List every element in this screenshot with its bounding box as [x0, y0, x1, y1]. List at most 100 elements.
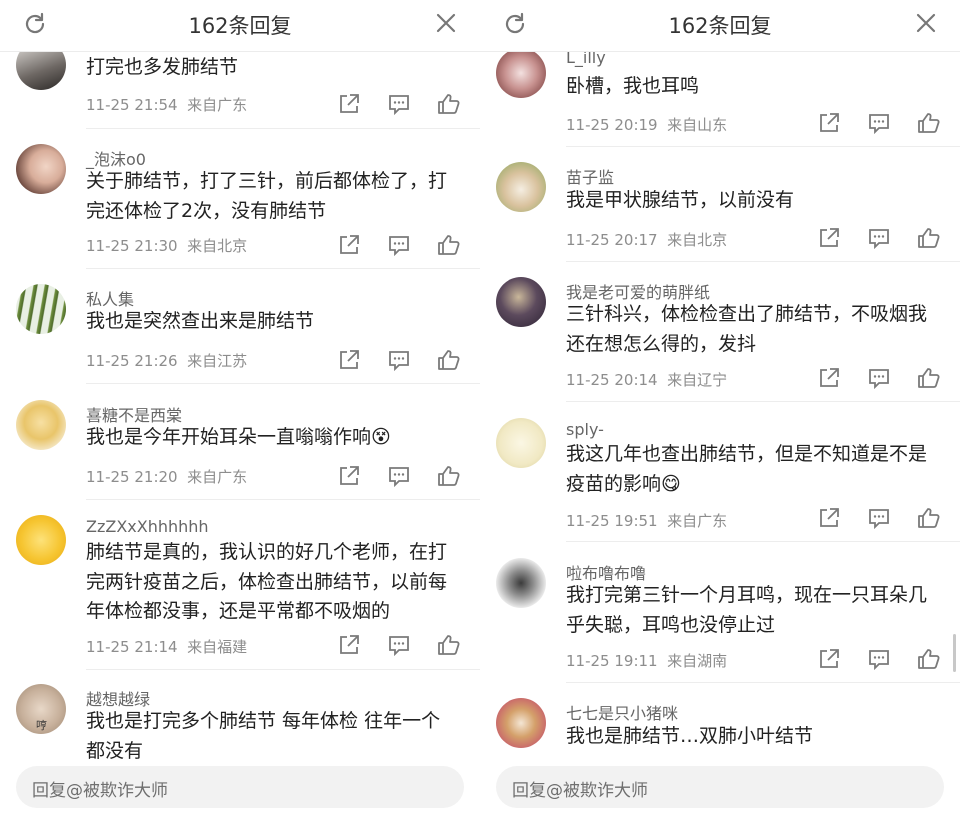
- share-icon[interactable]: [817, 647, 841, 671]
- comment-text: 我是甲状腺结节，以前没有: [566, 189, 795, 211]
- page-title: 162条回复: [188, 14, 292, 38]
- divider: [86, 499, 480, 500]
- divider: [86, 268, 480, 269]
- right-reply-panel: L_illy 卧槽，我也耳鸣 11-25 20:19 来自山东 苗子监 我是甲状…: [480, 0, 960, 816]
- comment-time: 11-25 19:51: [566, 512, 658, 530]
- avatar[interactable]: [16, 284, 66, 334]
- reply-input[interactable]: 回复@被欺诈大师: [16, 766, 464, 808]
- comment-icon[interactable]: [867, 111, 891, 135]
- comment-location: 来自广东: [667, 512, 728, 530]
- comment-meta: 11-25 21:26 来自江苏: [86, 350, 247, 371]
- comment-icon[interactable]: [867, 226, 891, 250]
- comment-icon[interactable]: [387, 92, 411, 116]
- comment-list[interactable]: 打完也多发肺结节 11-25 21:54 来自广东 _泡沫o0 关于肺结节，打了…: [0, 0, 480, 760]
- avatar[interactable]: 哼: [16, 684, 66, 734]
- comment-meta: 11-25 20:19 来自山东: [566, 114, 727, 135]
- reply-placeholder: 回复@被欺诈大师: [512, 781, 648, 801]
- comment-icon[interactable]: [867, 647, 891, 671]
- avatar[interactable]: [16, 144, 66, 194]
- share-icon[interactable]: [817, 366, 841, 390]
- comment-text: 卧槽，我也耳鸣: [566, 75, 700, 97]
- close-icon[interactable]: [434, 11, 458, 35]
- comment-time: 11-25 20:14: [566, 371, 658, 389]
- comment-author[interactable]: sply-: [566, 420, 604, 439]
- comment-location: 来自山东: [667, 116, 728, 134]
- comment-text: 我这几年也查出肺结节，但是不知道是不是疫苗的影响😋: [566, 443, 928, 495]
- avatar[interactable]: [16, 400, 66, 450]
- divider: [86, 669, 480, 670]
- avatar[interactable]: [496, 277, 546, 327]
- share-icon[interactable]: [817, 506, 841, 530]
- avatar[interactable]: [496, 418, 546, 468]
- divider: [566, 541, 960, 542]
- comment-icon[interactable]: [387, 348, 411, 372]
- avatar[interactable]: [496, 558, 546, 608]
- share-icon[interactable]: [337, 348, 361, 372]
- like-icon[interactable]: [917, 366, 941, 390]
- avatar[interactable]: [16, 515, 66, 565]
- comment-time: 11-25 20:17: [566, 231, 658, 249]
- comment-meta: 11-25 20:14 来自辽宁: [566, 369, 727, 390]
- comment-time: 11-25 21:30: [86, 237, 178, 255]
- comment-icon[interactable]: [387, 233, 411, 257]
- like-icon[interactable]: [437, 92, 461, 116]
- divider: [566, 146, 960, 147]
- divider: [566, 401, 960, 402]
- comment-icon[interactable]: [387, 464, 411, 488]
- comment-text: 三针科兴，体检检查出了肺结节，不吸烟我还在想怎么得的，发抖: [566, 303, 928, 355]
- comment-location: 来自广东: [187, 96, 248, 114]
- comment-time: 11-25 21:54: [86, 96, 178, 114]
- comment-meta: 11-25 19:51 来自广东: [566, 510, 727, 531]
- share-icon[interactable]: [337, 633, 361, 657]
- comment-icon[interactable]: [867, 506, 891, 530]
- reply-header: 162条回复: [0, 0, 480, 52]
- comment-location: 来自福建: [187, 638, 248, 656]
- share-icon[interactable]: [817, 111, 841, 135]
- comment-meta: 11-25 21:20 来自广东: [86, 466, 247, 487]
- share-icon[interactable]: [337, 464, 361, 488]
- comment-author[interactable]: ZzZXxXhhhhhh: [86, 517, 209, 536]
- comment-list[interactable]: L_illy 卧槽，我也耳鸣 11-25 20:19 来自山东 苗子监 我是甲状…: [480, 0, 960, 760]
- share-icon[interactable]: [337, 92, 361, 116]
- reply-input[interactable]: 回复@被欺诈大师: [496, 766, 944, 808]
- share-icon[interactable]: [337, 233, 361, 257]
- comment-location: 来自北京: [667, 231, 728, 249]
- scrollbar[interactable]: [953, 634, 956, 672]
- like-icon[interactable]: [437, 233, 461, 257]
- comment-text: 肺结节是真的，我认识的好几个老师，在打完两针疫苗之后，体检查出肺结节，以前每年体…: [86, 541, 448, 622]
- left-reply-panel: 打完也多发肺结节 11-25 21:54 来自广东 _泡沫o0 关于肺结节，打了…: [0, 0, 480, 816]
- comment-text: 打完也多发肺结节: [86, 56, 239, 78]
- comment-icon[interactable]: [387, 633, 411, 657]
- like-icon[interactable]: [437, 633, 461, 657]
- comment-time: 11-25 21:26: [86, 352, 178, 370]
- comment-author[interactable]: 苗子监: [566, 164, 614, 188]
- avatar[interactable]: [496, 698, 546, 748]
- like-icon[interactable]: [437, 464, 461, 488]
- like-icon[interactable]: [917, 226, 941, 250]
- comment-time: 11-25 21:20: [86, 468, 178, 486]
- comment-icon[interactable]: [867, 366, 891, 390]
- divider: [566, 261, 960, 262]
- avatar[interactable]: [496, 162, 546, 212]
- page-title: 162条回复: [668, 14, 772, 38]
- like-icon[interactable]: [437, 348, 461, 372]
- comment-location: 来自江苏: [187, 352, 248, 370]
- comment-author[interactable]: 七七是只小猪咪: [566, 700, 678, 724]
- comment-text: 我打完第三针一个月耳鸣，现在一只耳朵几乎失聪，耳鸣也没停止过: [566, 584, 928, 636]
- comment-location: 来自北京: [187, 237, 248, 255]
- comment-time: 11-25 20:19: [566, 116, 658, 134]
- comment-text: 我也是打完多个肺结节 每年体检 往年一个都没有: [86, 710, 441, 760]
- like-icon[interactable]: [917, 506, 941, 530]
- comment-location: 来自辽宁: [667, 371, 728, 389]
- avatar[interactable]: [496, 48, 546, 98]
- comment-location: 来自湖南: [667, 652, 728, 670]
- close-icon[interactable]: [914, 11, 938, 35]
- divider: [86, 383, 480, 384]
- like-icon[interactable]: [917, 647, 941, 671]
- divider: [86, 128, 480, 129]
- comment-meta: 11-25 21:54 来自广东: [86, 94, 247, 115]
- comment-text: 我也是突然查出来是肺结节: [86, 310, 315, 332]
- share-icon[interactable]: [817, 226, 841, 250]
- comment-meta: 11-25 21:30 来自北京: [86, 235, 247, 256]
- like-icon[interactable]: [917, 111, 941, 135]
